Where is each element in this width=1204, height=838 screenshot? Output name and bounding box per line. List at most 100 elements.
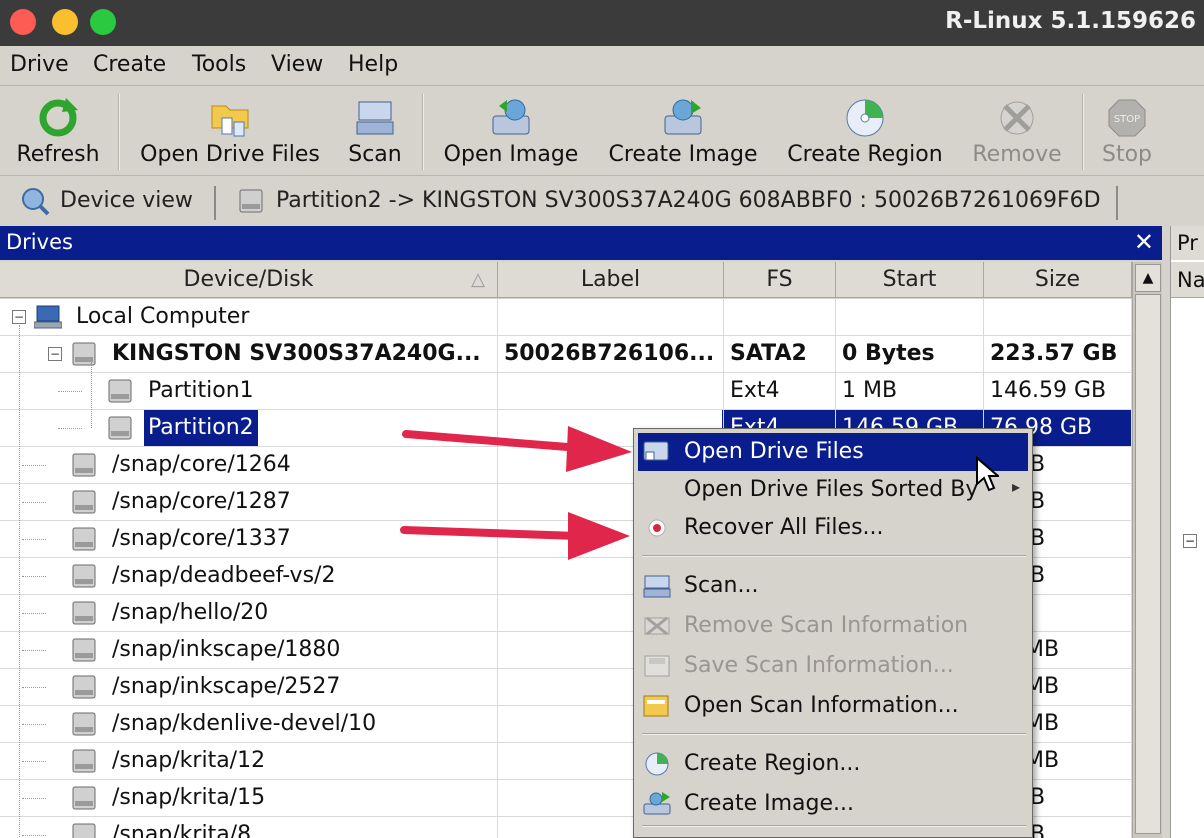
column-label[interactable]: Label (498, 262, 724, 298)
menu-item-open-drive-files[interactable]: Open Drive Files (638, 433, 1028, 471)
remove-scan-icon (644, 616, 670, 636)
save-scan-icon (644, 655, 670, 677)
start-cell (836, 299, 984, 335)
fs-cell (724, 299, 836, 335)
menu-item-remove-scan-information[interactable]: Remove Scan Information (638, 607, 1028, 645)
menu-item-scan[interactable]: Scan... (638, 567, 1028, 605)
device-name: /snap/inkscape/1880 (112, 637, 341, 662)
device-name: /snap/core/1264 (112, 452, 291, 477)
device-cell: /snap/krita/15 (0, 780, 498, 816)
menu-item-recover-all-files[interactable]: Recover All Files... (638, 509, 1028, 547)
disk-icon (72, 638, 96, 662)
label-cell (498, 373, 724, 409)
recover-icon (648, 519, 666, 537)
create-image-icon (643, 792, 671, 815)
menu-item-label: Save Scan Information... (684, 653, 954, 678)
toolbar: Refresh Open Drive Files Scan Open Image (0, 86, 1204, 176)
scan-button[interactable]: Scan (338, 86, 412, 176)
menu-item-create-region[interactable]: Create Region... (638, 745, 1028, 783)
table-row[interactable]: − Local Computer (0, 299, 1132, 336)
menu-item-open-scan-information[interactable]: Open Scan Information... (638, 687, 1028, 725)
column-device-disk[interactable]: Device/Disk △ (0, 262, 498, 298)
disk-icon (72, 601, 96, 625)
scroll-thumb[interactable] (1135, 294, 1161, 834)
device-cell: /snap/inkscape/2527 (0, 669, 498, 705)
column-fs[interactable]: FS (724, 262, 836, 298)
stop-icon: STOP (1108, 99, 1146, 137)
device-name: /snap/core/1287 (112, 489, 291, 514)
device-name: /snap/core/1337 (112, 526, 291, 551)
open-image-button[interactable]: Open Image (436, 86, 586, 176)
menu-tools[interactable]: Tools (192, 52, 246, 77)
open-drive-files-icon (211, 105, 249, 137)
menu-create[interactable]: Create (93, 52, 166, 77)
menu-item-label: Open Drive Files (684, 439, 864, 464)
start-cell: 0 Bytes (836, 336, 984, 372)
create-region-button[interactable]: Create Region (780, 86, 950, 176)
disk-icon (108, 379, 132, 403)
view-tabs: Device view Partition2 -> KINGSTON SV300… (0, 176, 1204, 224)
menu-item-label: Create Region... (684, 751, 861, 776)
stop-button[interactable]: STOP Stop (1092, 86, 1162, 176)
create-image-button[interactable]: Create Image (600, 86, 766, 176)
sort-ascending-icon: △ (471, 269, 485, 290)
refresh-label: Refresh (16, 142, 100, 167)
properties-pane-title: Pr (1171, 226, 1204, 260)
scan-icon (356, 101, 394, 135)
menu-help[interactable]: Help (348, 52, 398, 77)
menu-item-create-image[interactable]: Create Image... (638, 785, 1028, 823)
stop-label: Stop (1101, 142, 1152, 167)
device-cell: Partition1 (0, 373, 498, 409)
disk-icon (72, 823, 96, 838)
close-panel-icon[interactable]: ✕ (1134, 228, 1154, 256)
tab-device-view[interactable]: Device view (20, 184, 200, 220)
context-menu: Open Drive Files Open Drive Files Sorted … (633, 428, 1033, 838)
close-window-button[interactable] (10, 9, 36, 35)
refresh-button[interactable]: Refresh (8, 86, 108, 176)
tree-collapse-toggle[interactable]: − (48, 347, 62, 361)
remove-button[interactable]: Remove (966, 86, 1068, 176)
tree-collapse-toggle[interactable]: − (12, 310, 26, 324)
device-name: /snap/kdenlive-devel/10 (112, 711, 377, 736)
svg-text:STOP: STOP (1114, 114, 1140, 125)
minimize-window-button[interactable] (52, 9, 78, 35)
table-row[interactable]: − KINGSTON SV300S37A240G... 50026B726106..… (0, 336, 1132, 373)
maximize-window-button[interactable] (90, 9, 116, 35)
drives-panel-header: Drives ✕ (0, 226, 1162, 260)
mouse-cursor-icon (976, 456, 999, 492)
device-cell: /snap/inkscape/1880 (0, 632, 498, 668)
device-name: Partition2 (144, 410, 258, 446)
menu-view[interactable]: View (271, 52, 323, 77)
column-start[interactable]: Start (836, 262, 984, 298)
disk-icon (72, 490, 96, 514)
size-cell (984, 299, 1132, 335)
submenu-arrow-icon: ▸ (1011, 477, 1020, 496)
collapse-toggle[interactable]: − (1183, 534, 1197, 548)
column-device-disk-label: Device/Disk (183, 267, 314, 292)
column-size[interactable]: Size (984, 262, 1132, 298)
device-cell: − KINGSTON SV300S37A240G... (0, 336, 498, 372)
properties-pane: Pr Na − (1170, 226, 1204, 838)
tab-partition2[interactable]: Partition2 -> KINGSTON SV300S37A240G 608… (236, 184, 1106, 220)
open-drive-files-button[interactable]: Open Drive Files (132, 86, 328, 176)
menu-item-label: Create Image... (684, 791, 854, 816)
menu-item-label: Scan... (684, 573, 759, 598)
open-drive-files-label: Open Drive Files (140, 142, 320, 167)
scan-icon (643, 575, 671, 598)
device-name: /snap/krita/8 (112, 822, 252, 838)
disk-icon (239, 189, 263, 213)
properties-column-name[interactable]: Na (1171, 262, 1204, 298)
menu-item-label: Open Scan Information... (684, 693, 959, 718)
menu-drive[interactable]: Drive (10, 52, 69, 77)
scroll-up-button[interactable]: ▲ (1135, 264, 1161, 292)
menu-separator (642, 825, 1026, 827)
table-row[interactable]: Partition1 Ext4 1 MB 146.59 GB (0, 373, 1132, 410)
open-image-label: Open Image (443, 142, 579, 167)
menu-separator (642, 733, 1026, 735)
menu-item-save-scan-information[interactable]: Save Scan Information... (638, 647, 1028, 685)
menu-item-label: Recover All Files... (684, 515, 884, 540)
tab-device-view-label: Device view (60, 188, 193, 213)
menu-item-open-drive-files-sorted-by[interactable]: Open Drive Files Sorted By ▸ (638, 471, 1028, 509)
vertical-scrollbar[interactable]: ▲ (1132, 262, 1162, 838)
device-name: /snap/krita/12 (112, 748, 266, 773)
